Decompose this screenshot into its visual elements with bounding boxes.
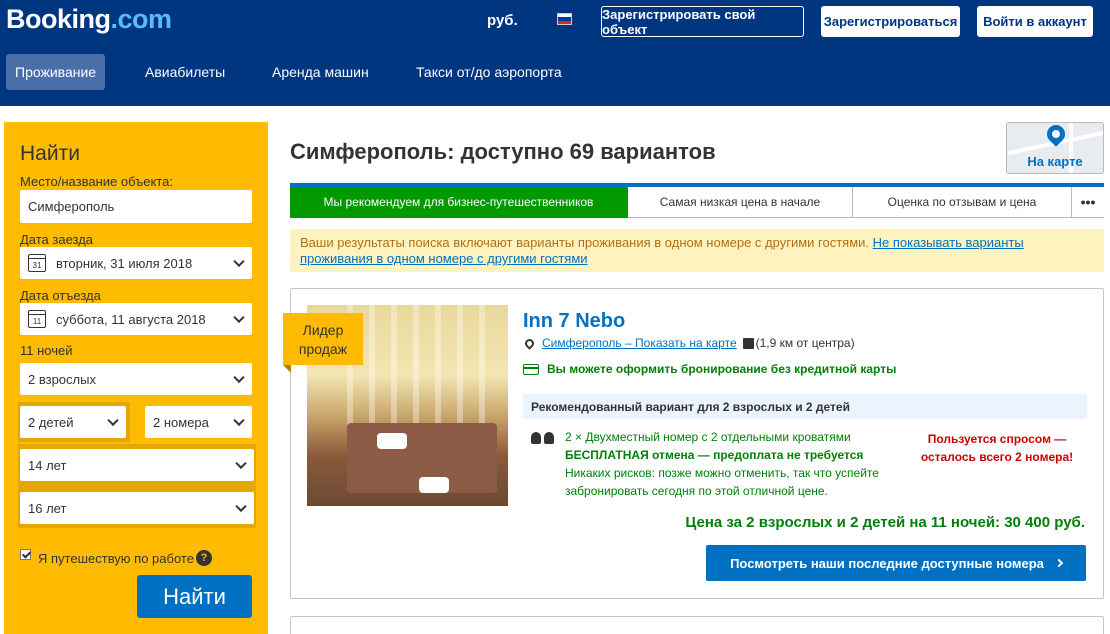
business-trip-label[interactable]: Я путешествую по работе [38,551,194,566]
search-button[interactable]: Найти [137,575,252,618]
rooms-select[interactable]: 2 номера [145,406,252,438]
map-button-label: На карте [1027,154,1083,169]
chevron-down-icon [233,255,245,268]
photo-detail [413,305,419,425]
destination-label: Место/название объекта: [20,174,173,189]
room-details: 2 × Двухместный номер с 2 отдельными кро… [565,428,905,500]
distance-from-center: (1,9 км от центра) [755,336,855,350]
top-header: Booking.com руб. Зарегистрировать свой о… [0,0,1110,106]
room-type: 2 × Двухместный номер с 2 отдельными кро… [565,430,851,444]
login-button[interactable]: Войти в аккаунт [977,6,1093,37]
cta-label: Посмотреть наши последние доступные номе… [730,555,1044,571]
photo-detail [369,305,375,425]
no-credit-card-text: Вы можете оформить бронирование без кред… [547,362,897,376]
business-trip-checkbox[interactable] [20,549,31,560]
recommended-option: Рекомендованный вариант для 2 взрослых и… [523,394,1087,419]
more-sort-options-button[interactable]: ••• [1072,187,1104,218]
checkout-date-select[interactable]: 11 суббота, 11 августа 2018 [20,303,252,335]
language-flag-icon[interactable] [557,13,572,25]
guests-icon [531,432,557,446]
notice-text: Ваши результаты поиска включают варианты… [300,235,873,250]
help-icon[interactable]: ? [196,550,212,566]
search-title: Найти [20,142,80,165]
chevron-down-icon [233,414,245,427]
sort-tab-lowest-price[interactable]: Самая низкая цена в начале [628,187,853,218]
next-hotel-card [290,616,1104,634]
shared-rooms-notice: Ваши результаты поиска включают варианты… [290,229,1104,272]
results-title: Симферополь: доступно 69 вариантов [290,139,716,164]
adults-value: 2 взрослых [28,371,96,387]
checkin-date-value: вторник, 31 июля 2018 [56,255,193,271]
free-cancellation: БЕСПЛАТНАЯ отмена — предоплата не требуе… [565,448,864,462]
nav-airport-taxi[interactable]: Такси от/до аэропорта [407,54,571,90]
children-select[interactable]: 2 детей [20,406,126,438]
show-on-map-link[interactable]: Симферополь – Показать на карте [542,336,737,350]
chevron-down-icon [107,414,119,427]
photo-detail [391,305,397,425]
photo-detail [479,305,485,425]
total-price: Цена за 2 взрослых и 2 детей на 11 ночей… [685,514,1085,531]
child-age-1-select[interactable]: 14 лет [20,449,254,481]
photo-detail [435,305,441,425]
show-on-map-button[interactable]: На карте [1006,122,1104,174]
photo-detail [419,477,449,493]
adults-select[interactable]: 2 взрослых [20,363,252,395]
high-demand-note: Пользуется спросом — осталось всего 2 но… [905,430,1089,466]
child-age-2-value: 16 лет [28,500,67,516]
hotel-location: Симферополь – Показать на карте (1,9 км … [523,336,855,350]
photo-detail [377,433,407,449]
register-button[interactable]: Зарегистрироваться [821,6,960,37]
chevron-right-icon [1054,558,1064,568]
currency-selector[interactable]: руб. [487,12,518,29]
sort-tab-business[interactable]: Мы рекомендуем для бизнес-путешественник… [290,187,628,218]
hotel-card: Inn 7 Nebo Симферополь – Показать на кар… [290,288,1104,599]
location-pin-icon [523,336,536,350]
no-risk-text: Никаких рисков: позже можно отменить, та… [565,466,879,498]
calendar-icon: 31 [28,254,46,272]
nav-car-rental[interactable]: Аренда машин [263,54,378,90]
badge-line-2: продаж [298,341,348,357]
sort-tab-rating-price[interactable]: Оценка по отзывам и цена [853,187,1072,218]
chevron-down-icon [235,457,247,470]
checkout-label: Дата отъезда [20,288,101,303]
children-value: 2 детей [28,414,74,430]
badge-line-1: Лидер [302,322,344,338]
rooms-value: 2 номера [153,414,209,430]
checkin-label: Дата заезда [20,232,94,247]
photo-detail [457,305,463,425]
checkin-date-select[interactable]: 31 вторник, 31 июля 2018 [20,247,252,279]
child-age-2-select[interactable]: 16 лет [20,492,254,524]
demand-line-1: Пользуется спросом — [927,432,1067,446]
bestseller-badge: Лидер продаж [283,313,363,373]
hotel-name-link[interactable]: Inn 7 Nebo [523,310,625,333]
destination-input[interactable]: Симферополь [20,190,252,223]
chevron-down-icon [235,500,247,513]
register-property-button[interactable]: Зарегистрировать свой объект [601,6,804,37]
chevron-down-icon [233,371,245,384]
checkout-date-value: суббота, 11 августа 2018 [56,311,206,327]
nav-accommodation[interactable]: Проживание [6,54,106,90]
nav-flights[interactable]: Авиабилеты [136,54,234,90]
child-age-1-value: 14 лет [28,457,67,473]
search-sidebar: Найти Место/название объекта: Симферопол… [4,122,268,634]
distance-icon [742,337,754,349]
booking-logo[interactable]: Booking.com [6,4,172,35]
credit-card-icon [523,363,539,375]
chevron-down-icon [233,311,245,324]
see-availability-button[interactable]: Посмотреть наши последние доступные номе… [706,545,1086,581]
calendar-icon: 11 [28,310,46,328]
demand-line-2: осталось всего 2 номера! [920,450,1074,464]
sort-tabs: Мы рекомендуем для бизнес-путешественник… [290,183,1104,218]
no-credit-card-note: Вы можете оформить бронирование без кред… [523,362,896,376]
nights-count: 11 ночей [20,343,73,358]
